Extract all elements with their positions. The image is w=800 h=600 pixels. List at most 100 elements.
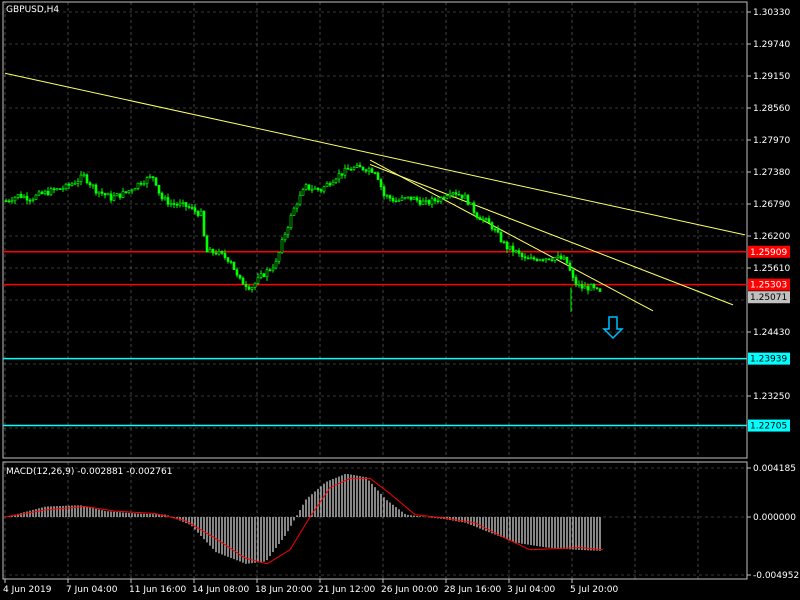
candle-body [544,258,548,261]
candle-body [463,194,467,199]
candle-body [568,262,572,271]
candle-body [475,212,479,218]
candle-body [283,234,287,241]
candle-body [82,174,86,177]
candle-body [304,184,308,190]
candle-body [487,218,491,223]
candle-body [466,194,470,205]
candle-body [28,199,32,202]
candle-body [325,183,329,188]
candle-body [289,215,293,228]
candle-body [10,200,14,203]
price-marker: 1.23939 [748,352,790,365]
macd-tick-label: 0.004185 [753,464,796,474]
candle-body [196,211,200,216]
price-marker-label: 1.22705 [750,422,787,432]
candle-body [85,174,89,184]
candle-body [202,210,206,237]
candle-body [265,269,269,277]
time-tick-label: 18 Jun 20:00 [255,585,312,595]
candle-body [244,284,248,288]
candle-body [310,188,314,191]
candle-body [328,183,332,186]
price-tick-label: 1.27970 [753,136,790,146]
candle-body [550,259,554,262]
candle-body [439,197,443,202]
candle-body [94,184,98,194]
candle-body [511,245,515,253]
macd-title: MACD(12,26,9) -0.002881 -0.002761 [6,467,172,477]
candle-body [427,200,431,205]
price-tick-label: 1.30330 [753,8,790,18]
candle-body [37,191,41,196]
candle-body [523,256,527,259]
candle-body [478,217,482,221]
candle-body [142,183,146,186]
candle-body [262,273,266,277]
candle-body [226,257,230,262]
macd-tick-label: 0.000000 [753,513,796,523]
candle-body [88,182,92,186]
candle-body [58,188,62,190]
candle-body [241,277,245,285]
candle-body [259,273,263,278]
candle-body [136,182,140,189]
candle-body [493,228,497,231]
candle-body [430,198,434,205]
candle-body [46,190,50,196]
candle-body [520,253,524,258]
trading-chart[interactable]: GBPUSD,H4 MACD(12,26,9) -0.002881 -0.002… [0,0,800,600]
price-marker: 1.25071 [748,291,790,304]
candle-body [553,257,557,261]
candle-body [577,284,581,286]
candle-body [13,196,17,202]
candle-body [79,174,83,182]
candle-body [181,202,185,204]
candle-body [565,256,569,264]
candle-body [154,177,158,186]
candle-body [436,200,440,203]
candle-body [208,248,212,253]
candle-body [172,203,176,205]
candle-body [442,197,446,199]
candle-body [532,257,536,260]
candle-body [205,235,209,253]
candle-body [385,195,389,197]
time-tick-label: 5 Jul 20:00 [570,585,619,595]
candle-body [469,202,473,205]
candle-body [418,199,422,205]
candle-body [214,252,218,255]
candle-body [547,258,551,261]
candle-body [340,173,344,176]
candle-body [34,194,38,200]
candle-body [562,256,566,260]
candle-body [25,195,29,201]
candle-body [115,193,119,197]
candle-body [316,187,320,190]
candle-body [127,190,131,193]
candle-body [64,183,68,189]
candle-body [274,260,278,269]
candle-body [496,228,500,233]
time-tick-label: 21 Jun 12:00 [318,585,375,595]
candle-body [415,197,419,201]
candle-body [187,206,191,208]
candle-body [352,167,356,170]
price-tick-label: 1.29740 [753,40,790,50]
candle-body [394,200,398,203]
candle-body [424,200,428,202]
price-tick-label: 1.26790 [753,200,790,210]
price-tick-label: 1.26200 [753,232,790,242]
candle-body [457,194,461,196]
candle-body [379,179,383,188]
candle-body [178,202,182,206]
price-tick-label: 1.24430 [753,328,790,338]
candle-body [271,267,275,271]
candle-body [235,269,239,276]
candle-body [580,284,584,289]
candle-body [376,172,380,180]
candle-body [451,192,455,195]
candle-body [292,207,296,216]
candle-body [448,193,452,197]
candle-body [301,189,305,196]
